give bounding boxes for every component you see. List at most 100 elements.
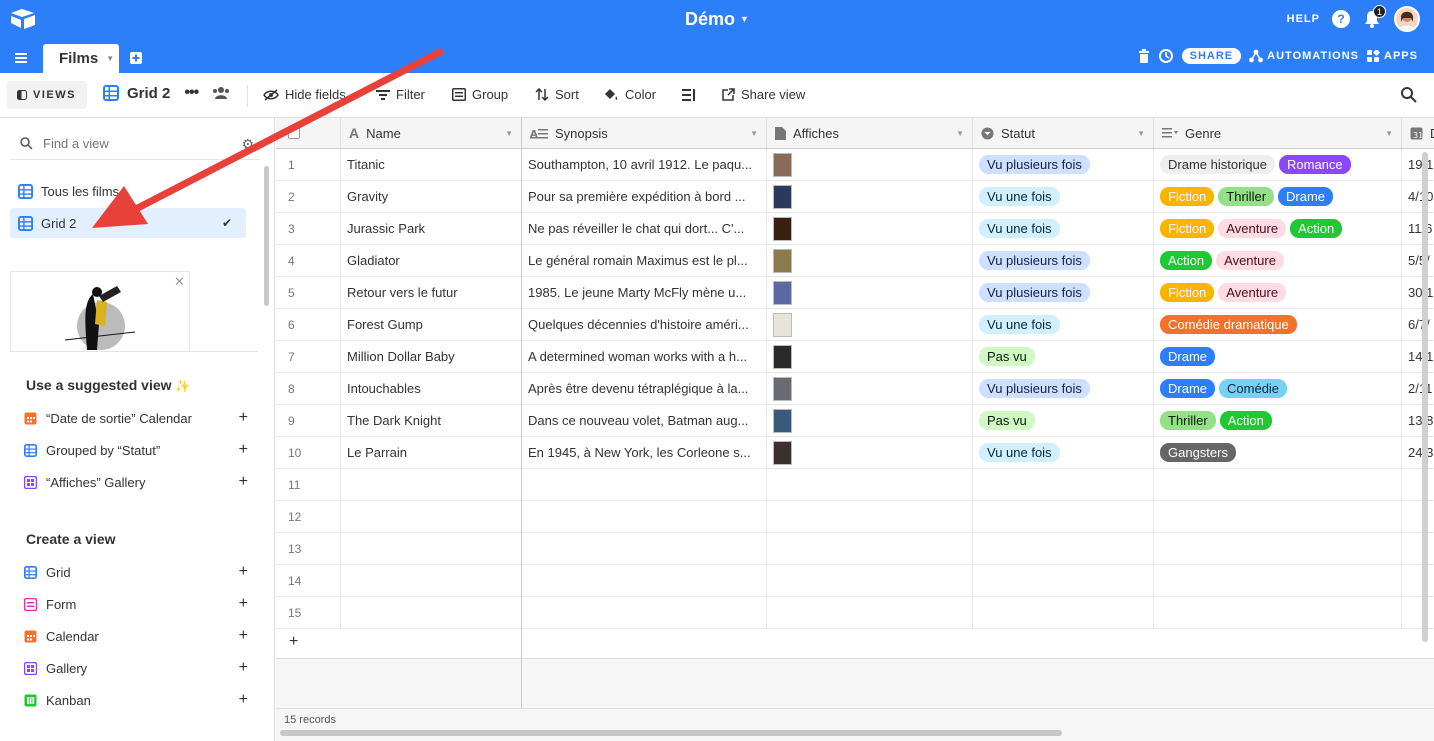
row-height-icon[interactable] [682, 88, 696, 102]
cell-statut[interactable]: Pas vu [973, 341, 1154, 372]
cell-synopsis[interactable]: Ne pas réveiller le chat qui dort... C'.… [522, 213, 767, 244]
sidebar-view-grid-2[interactable]: Grid 2 ✔ [10, 208, 246, 238]
poster-thumbnail[interactable] [773, 184, 792, 209]
add-icon[interactable]: + [239, 409, 248, 427]
column-header-genre[interactable]: Genre ▼ [1154, 118, 1402, 149]
cell-date[interactable]: 19/1 [1402, 149, 1434, 180]
column-header-synopsis[interactable]: A Synopsis ▼ [522, 118, 767, 149]
color-button[interactable]: Color [603, 87, 656, 102]
column-header-affiches[interactable]: Affiches ▼ [767, 118, 973, 149]
select-all-checkbox[interactable] [288, 127, 300, 139]
cell-date[interactable]: 6/7/ [1402, 309, 1434, 340]
cell-statut[interactable]: Vu une fois [973, 181, 1154, 212]
share-view-button[interactable]: Share view [722, 87, 805, 102]
cell-name[interactable]: The Dark Knight [341, 405, 522, 436]
table-row[interactable]: 15 [276, 597, 1434, 629]
suggested-view-gallery[interactable]: “Affiches” Gallery + [24, 471, 248, 493]
cell-poster[interactable] [767, 309, 973, 340]
sidebar-view-tous-les-films[interactable]: Tous les films [10, 176, 246, 206]
cell-genre[interactable] [1154, 501, 1402, 532]
apps-button[interactable]: APPS [1367, 49, 1418, 63]
views-toggle-button[interactable]: VIEWS [7, 81, 87, 109]
cell-name[interactable]: Gravity [341, 181, 522, 212]
poster-thumbnail[interactable] [773, 248, 792, 273]
add-icon[interactable]: + [239, 627, 248, 645]
cell-date[interactable]: 30/1 [1402, 277, 1434, 308]
cell-name[interactable] [341, 501, 522, 532]
table-row[interactable]: 13 [276, 533, 1434, 565]
cell-statut[interactable] [973, 565, 1154, 596]
grid-horizontal-scrollbar[interactable] [280, 730, 1062, 736]
column-header-date[interactable]: 31 D [1402, 118, 1434, 149]
grid-vertical-scrollbar[interactable] [1422, 152, 1428, 642]
cell-genre[interactable]: Fiction Aventure [1154, 277, 1402, 308]
automations-button[interactable]: AUTOMATIONS [1249, 49, 1359, 63]
table-row[interactable]: 12 [276, 501, 1434, 533]
cell-poster[interactable] [767, 565, 973, 596]
add-icon[interactable]: + [239, 691, 248, 709]
collaborators-icon[interactable] [212, 86, 230, 100]
share-button[interactable]: SHARE [1181, 48, 1242, 64]
cell-poster[interactable] [767, 341, 973, 372]
cell-poster[interactable] [767, 437, 973, 468]
cell-genre[interactable] [1154, 533, 1402, 564]
cell-synopsis[interactable]: Pour sa première expédition à bord ... [522, 181, 767, 212]
cell-genre[interactable]: Drame historique Romance [1154, 149, 1402, 180]
cell-genre[interactable] [1154, 469, 1402, 500]
cell-statut[interactable]: Vu plusieurs fois [973, 245, 1154, 276]
cell-date[interactable] [1402, 469, 1434, 500]
table-row[interactable]: 8 Intouchables Après être devenu tétraplég… [276, 373, 1434, 405]
cell-genre[interactable]: Action Aventure [1154, 245, 1402, 276]
cell-date[interactable]: 4/10 [1402, 181, 1434, 212]
cell-date[interactable] [1402, 565, 1434, 596]
cell-date[interactable]: 2/11 [1402, 373, 1434, 404]
cell-synopsis[interactable]: Le général romain Maximus est le pl... [522, 245, 767, 276]
cell-poster[interactable] [767, 277, 973, 308]
cell-date[interactable]: 14/1 [1402, 341, 1434, 372]
cell-name[interactable]: Gladiator [341, 245, 522, 276]
cell-synopsis[interactable]: Quelques décennies d'histoire améri... [522, 309, 767, 340]
add-record-row[interactable]: + [276, 628, 1434, 659]
create-view-calendar[interactable]: Calendar + [24, 625, 248, 647]
cell-statut[interactable]: Vu une fois [973, 437, 1154, 468]
cell-name[interactable] [341, 565, 522, 596]
suggested-view-calendar[interactable]: “Date de sortie” Calendar + [24, 407, 248, 429]
table-row[interactable]: 14 [276, 565, 1434, 597]
cell-name[interactable] [341, 533, 522, 564]
cell-date[interactable]: 5/5/ [1402, 245, 1434, 276]
hamburger-menu-icon[interactable] [14, 51, 30, 65]
cell-synopsis[interactable]: Dans ce nouveau volet, Batman aug... [522, 405, 767, 436]
create-view-grid[interactable]: Grid + [24, 561, 248, 583]
add-icon[interactable]: + [239, 441, 248, 459]
cell-synopsis[interactable]: 1985. Le jeune Marty McFly mène u... [522, 277, 767, 308]
cell-synopsis[interactable]: En 1945, à New York, les Corleone s... [522, 437, 767, 468]
add-icon[interactable]: + [239, 563, 248, 581]
add-record-icon[interactable]: + [289, 633, 298, 651]
cell-name[interactable]: Titanic [341, 149, 522, 180]
cell-name[interactable]: Intouchables [341, 373, 522, 404]
column-header-name[interactable]: A Name ▼ [341, 118, 522, 149]
poster-thumbnail[interactable] [773, 408, 792, 433]
cell-poster[interactable] [767, 405, 973, 436]
poster-thumbnail[interactable] [773, 344, 792, 369]
poster-thumbnail[interactable] [773, 312, 792, 337]
help-icon[interactable]: ? [1332, 10, 1350, 28]
table-row[interactable]: 5 Retour vers le futur 1985. Le jeune Mart… [276, 277, 1434, 309]
create-view-kanban[interactable]: Kanban + [24, 689, 248, 711]
table-tab-films[interactable]: Films ▼ [43, 44, 119, 73]
cell-genre[interactable]: Thriller Action [1154, 405, 1402, 436]
poster-thumbnail[interactable] [773, 152, 792, 177]
cell-synopsis[interactable] [522, 501, 767, 532]
more-options-icon[interactable]: ••• [184, 84, 199, 102]
cell-statut[interactable]: Vu plusieurs fois [973, 277, 1154, 308]
group-button[interactable]: Group [452, 87, 508, 102]
current-view[interactable]: Grid 2 ••• [103, 84, 230, 102]
cell-date[interactable]: 11/6 [1402, 213, 1434, 244]
cell-genre[interactable] [1154, 565, 1402, 596]
cell-poster[interactable] [767, 597, 973, 628]
table-row[interactable]: 9 The Dark Knight Dans ce nouveau volet, B… [276, 405, 1434, 437]
table-row[interactable]: 2 Gravity Pour sa première expédition à bo… [276, 181, 1434, 213]
create-view-gallery[interactable]: Gallery + [24, 657, 248, 679]
chevron-down-icon[interactable]: ▼ [1385, 129, 1393, 138]
user-avatar[interactable] [1394, 6, 1420, 32]
